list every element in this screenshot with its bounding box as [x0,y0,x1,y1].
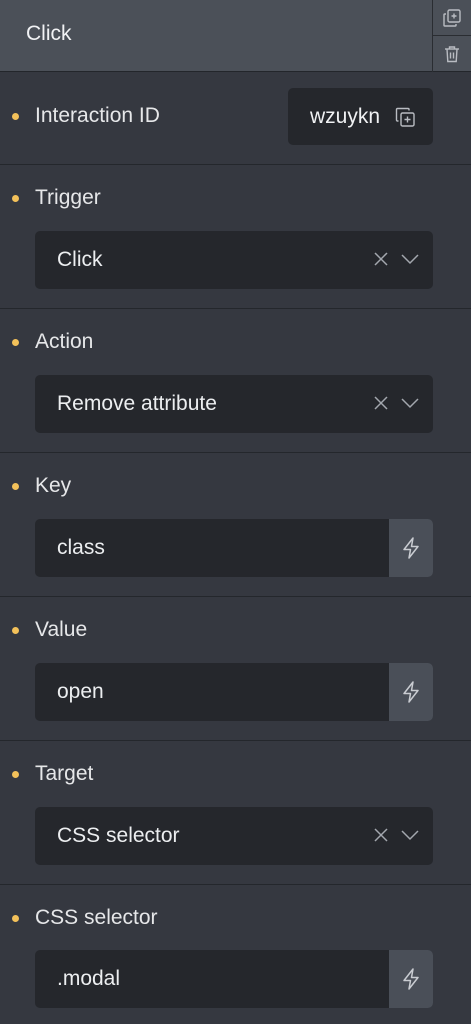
clear-icon[interactable] [373,251,389,267]
value-section: Value open [0,597,471,741]
value-input[interactable]: open [35,663,433,721]
chevron-down-icon [401,254,419,265]
trigger-section: Trigger Click [0,165,471,309]
target-select[interactable]: CSS selector [35,807,433,865]
css-selector-input[interactable]: .modal [35,950,433,1008]
setting-dot [12,771,19,778]
dynamic-data-button[interactable] [389,519,433,577]
key-value: class [57,536,105,559]
setting-dot [12,195,19,202]
lightning-icon [403,681,419,703]
delete-button[interactable] [433,36,471,71]
dynamic-data-button[interactable] [389,950,433,1008]
key-input[interactable]: class [35,519,433,577]
setting-dot [12,339,19,346]
trash-icon [445,45,459,62]
key-label: Key [35,474,72,497]
setting-dot [12,483,19,490]
setting-dot [12,627,19,634]
chevron-down-icon [401,830,419,841]
trigger-label: Trigger [35,186,101,209]
interaction-header: Click [0,0,471,72]
css-selector-section: CSS selector .modal [0,885,471,1024]
duplicate-button[interactable] [433,0,471,36]
action-label: Action [35,330,94,353]
clear-icon[interactable] [373,827,389,843]
interaction-id-box[interactable]: wzuykn [288,88,433,145]
target-value: CSS selector [57,824,180,847]
trigger-select[interactable]: Click [35,231,433,289]
interaction-title: Click [26,22,72,45]
dynamic-data-button[interactable] [389,663,433,721]
css-selector-value: .modal [57,967,121,990]
action-value: Remove attribute [57,392,217,415]
duplicate-icon [443,8,461,27]
header-actions [432,0,471,72]
css-selector-label: CSS selector [35,906,158,929]
interaction-id-value: wzuykn [310,105,381,128]
interaction-id-label: Interaction ID [35,104,160,127]
key-section: Key class [0,453,471,597]
trigger-value: Click [57,248,103,271]
value-value: open [57,680,104,703]
target-label: Target [35,762,94,785]
chevron-down-icon [401,398,419,409]
target-section: Target CSS selector [0,741,471,885]
action-section: Action Remove attribute [0,309,471,453]
setting-dot [12,915,19,922]
lightning-icon [403,968,419,990]
value-label: Value [35,618,88,641]
action-select[interactable]: Remove attribute [35,375,433,433]
clear-icon[interactable] [373,395,389,411]
lightning-icon [403,537,419,559]
copy-icon[interactable] [395,107,415,127]
setting-dot [12,113,19,120]
